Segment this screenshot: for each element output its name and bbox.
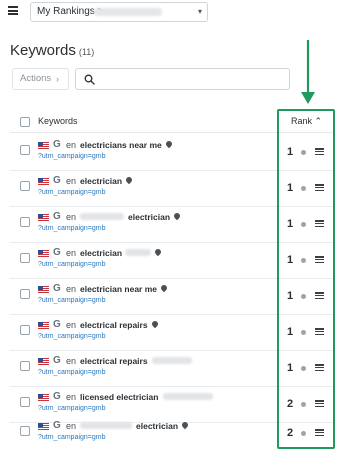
language-code: en bbox=[66, 392, 77, 402]
row-checkbox[interactable] bbox=[20, 325, 30, 335]
keyword-text[interactable]: electrician near me bbox=[80, 283, 169, 294]
google-icon: G bbox=[53, 247, 61, 258]
google-icon: G bbox=[53, 420, 61, 431]
keyword-text[interactable]: electricians near me bbox=[80, 139, 173, 150]
row-checkbox[interactable] bbox=[20, 397, 30, 407]
landing-page-link[interactable]: ?utm_campaign=gmb bbox=[38, 297, 106, 304]
language-code: en bbox=[66, 248, 77, 258]
row-checkbox[interactable] bbox=[20, 289, 30, 299]
us-flag-icon bbox=[38, 358, 49, 365]
language-code: en bbox=[66, 212, 77, 222]
row-checkbox[interactable] bbox=[20, 145, 30, 155]
top-bar: My Rankings > ▾ bbox=[0, 0, 350, 26]
search-icon bbox=[84, 74, 95, 85]
keyword-text[interactable]: electrician bbox=[80, 420, 190, 431]
location-pin-icon bbox=[180, 420, 190, 430]
location-pin-icon bbox=[124, 175, 134, 185]
location-pin-icon bbox=[164, 139, 173, 149]
actions-label: Actions bbox=[20, 73, 52, 84]
row-checkbox[interactable] bbox=[20, 217, 30, 227]
google-icon: G bbox=[53, 139, 61, 150]
location-pin-icon bbox=[150, 319, 159, 329]
google-icon: G bbox=[53, 319, 61, 330]
redacted-text bbox=[151, 357, 192, 364]
redacted-project-name bbox=[94, 8, 162, 16]
redacted-text bbox=[80, 213, 124, 220]
location-pin-icon bbox=[172, 211, 182, 221]
us-flag-icon bbox=[38, 322, 49, 329]
landing-page-link[interactable]: ?utm_campaign=gmb bbox=[38, 369, 106, 376]
chevron-down-icon: ▾ bbox=[197, 7, 202, 16]
redacted-text bbox=[80, 422, 132, 429]
search-input[interactable] bbox=[75, 68, 290, 90]
keyword-count: (11) bbox=[78, 47, 95, 57]
landing-page-link[interactable]: ?utm_campaign=gmb bbox=[38, 189, 106, 196]
us-flag-icon bbox=[38, 142, 49, 149]
language-code: en bbox=[66, 356, 77, 366]
google-icon: G bbox=[53, 211, 61, 222]
landing-page-link[interactable]: ?utm_campaign=gmb bbox=[38, 261, 106, 268]
us-flag-icon bbox=[38, 286, 49, 293]
project-selector[interactable]: My Rankings > ▾ bbox=[30, 2, 208, 22]
us-flag-icon bbox=[38, 214, 49, 221]
rank-column-highlight bbox=[277, 109, 335, 449]
row-checkbox[interactable] bbox=[20, 361, 30, 371]
location-pin-icon bbox=[153, 247, 163, 257]
keyword-text[interactable]: electrical repairs bbox=[80, 319, 159, 330]
column-header-keywords[interactable]: Keywords bbox=[38, 116, 78, 126]
keyword-text[interactable]: electrical repairs bbox=[80, 356, 192, 366]
chevron-right-icon: › bbox=[56, 74, 59, 84]
keyword-text[interactable]: electrician bbox=[80, 247, 163, 258]
row-checkbox[interactable] bbox=[20, 253, 30, 263]
language-code: en bbox=[66, 284, 77, 294]
google-icon: G bbox=[53, 355, 61, 366]
google-icon: G bbox=[53, 391, 61, 402]
language-code: en bbox=[66, 421, 77, 431]
google-icon: G bbox=[53, 175, 61, 186]
actions-button[interactable]: Actions › bbox=[12, 68, 69, 90]
landing-page-link[interactable]: ?utm_campaign=gmb bbox=[38, 434, 106, 441]
google-icon: G bbox=[53, 283, 61, 294]
annotation-arrow-icon bbox=[301, 40, 315, 104]
landing-page-link[interactable]: ?utm_campaign=gmb bbox=[38, 153, 106, 160]
us-flag-icon bbox=[38, 394, 49, 401]
redacted-text bbox=[163, 393, 214, 400]
language-code: en bbox=[66, 320, 77, 330]
keyword-text[interactable]: electrician bbox=[80, 175, 134, 186]
page-title-text: Keywords bbox=[10, 42, 76, 59]
language-code: en bbox=[66, 140, 77, 150]
location-pin-icon bbox=[159, 283, 169, 293]
landing-page-link[interactable]: ?utm_campaign=gmb bbox=[38, 225, 106, 232]
keyword-text[interactable]: licensed electrician bbox=[80, 392, 214, 402]
select-all-checkbox[interactable] bbox=[20, 117, 30, 127]
landing-page-link[interactable]: ?utm_campaign=gmb bbox=[38, 405, 106, 412]
redacted-text bbox=[125, 249, 152, 256]
us-flag-icon bbox=[38, 250, 49, 257]
row-checkbox[interactable] bbox=[20, 426, 30, 436]
menu-icon[interactable] bbox=[8, 6, 18, 15]
row-checkbox[interactable] bbox=[20, 181, 30, 191]
page-title: Keywords (11) bbox=[10, 42, 94, 59]
landing-page-link[interactable]: ?utm_campaign=gmb bbox=[38, 333, 106, 340]
us-flag-icon bbox=[38, 423, 49, 430]
us-flag-icon bbox=[38, 178, 49, 185]
keyword-text[interactable]: electrician bbox=[80, 211, 182, 222]
language-code: en bbox=[66, 176, 77, 186]
